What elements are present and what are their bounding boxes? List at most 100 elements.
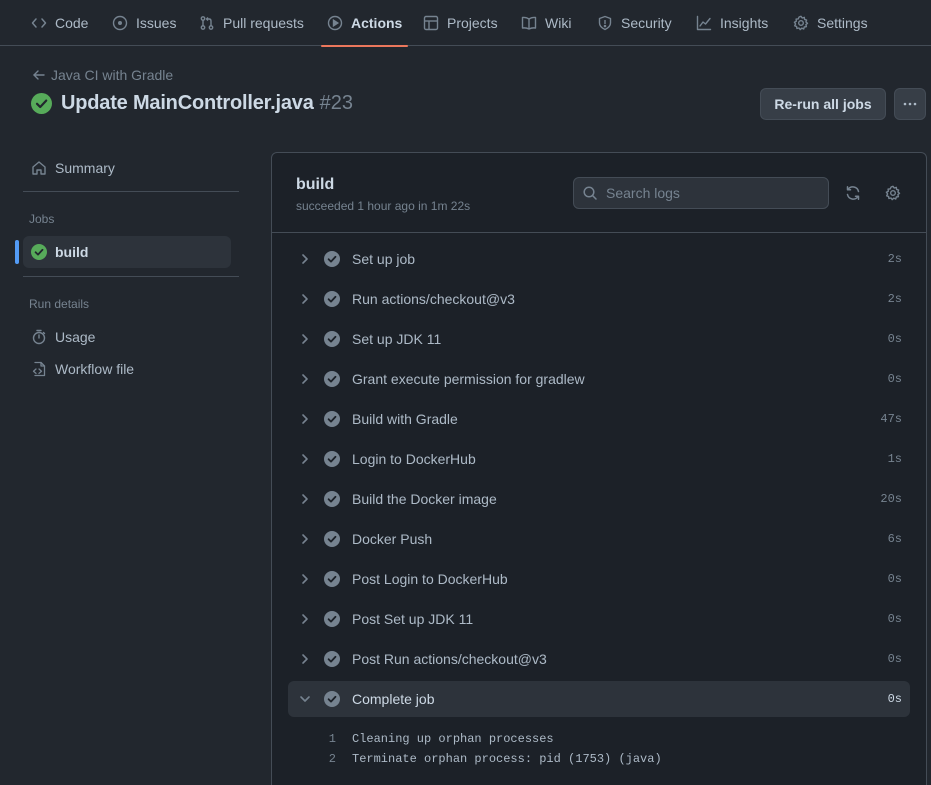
check-circle-icon: [324, 611, 340, 627]
stopwatch-icon: [32, 329, 46, 345]
chevron-right-icon: [302, 294, 308, 304]
rerun-all-jobs-button[interactable]: Re-run all jobs: [760, 88, 886, 120]
step-duration: 0s: [887, 372, 902, 386]
sidebar-item-label: Workflow file: [55, 361, 135, 377]
sidebar-item-usage[interactable]: Usage: [23, 321, 231, 353]
step-row[interactable]: Complete job 0s: [288, 681, 910, 717]
step-row[interactable]: Post Set up JDK 11 0s: [288, 601, 910, 637]
book-icon: [521, 16, 537, 30]
step-row[interactable]: Build the Docker image 20s: [288, 481, 910, 517]
tab-code[interactable]: Code: [31, 0, 88, 46]
sidebar-divider: [23, 276, 239, 277]
check-circle-icon: [324, 371, 340, 387]
check-circle-icon: [324, 571, 340, 587]
step-name: Run actions/checkout@v3: [352, 291, 515, 307]
tab-actions[interactable]: Actions: [320, 0, 409, 47]
home-icon: [32, 161, 46, 175]
step-name: Build with Gradle: [352, 411, 458, 427]
tab-issues[interactable]: Issues: [112, 0, 176, 46]
pull-request-icon: [200, 16, 214, 30]
tab-label: Projects: [447, 15, 498, 31]
step-row[interactable]: Grant execute permission for gradlew 0s: [288, 361, 910, 397]
tab-label: Insights: [720, 15, 769, 31]
more-options-button[interactable]: [894, 88, 926, 120]
step-name: Grant execute permission for gradlew: [352, 371, 585, 387]
tab-label: Pull requests: [223, 15, 304, 31]
step-row[interactable]: Build with Gradle 47s: [288, 401, 910, 437]
step-row[interactable]: Run actions/checkout@v3 2s: [288, 281, 910, 317]
tab-label: Issues: [136, 15, 177, 31]
log-line-text: Cleaning up orphan processes: [352, 732, 554, 746]
step-name: Post Run actions/checkout@v3: [352, 651, 547, 667]
tab-pull-requests[interactable]: Pull requests: [199, 0, 304, 46]
step-row[interactable]: Set up JDK 11 0s: [288, 321, 910, 357]
chevron-right-icon: [302, 254, 308, 264]
step-row[interactable]: Post Run actions/checkout@v3 0s: [288, 641, 910, 677]
code-icon: [31, 18, 47, 28]
step-name: Set up JDK 11: [352, 331, 442, 347]
step-duration: 2s: [887, 292, 902, 306]
step-row[interactable]: Login to DockerHub 1s: [288, 441, 910, 477]
log-line: 2 Terminate orphan process: pid (1753) (j…: [312, 752, 662, 766]
play-icon: [327, 15, 343, 31]
run-number: #23: [319, 92, 354, 114]
chevron-down-icon: [300, 696, 310, 702]
tab-insights[interactable]: Insights: [696, 0, 768, 46]
step-name: Build the Docker image: [352, 491, 497, 507]
step-duration: 0s: [887, 692, 902, 706]
selection-indicator: [15, 240, 19, 264]
tab-projects[interactable]: Projects: [423, 0, 498, 46]
tab-security[interactable]: Security: [597, 0, 672, 46]
step-name: Complete job: [352, 691, 435, 707]
search-logs-input[interactable]: [606, 185, 816, 201]
step-duration: 0s: [887, 332, 902, 346]
log-line-text: Terminate orphan process: pid (1753) (ja…: [352, 752, 662, 766]
graph-icon: [696, 15, 712, 31]
search-logs: [573, 177, 829, 209]
sidebar-item-workflow-file[interactable]: Workflow file: [23, 353, 231, 385]
step-duration: 47s: [880, 412, 902, 426]
step-duration: 0s: [887, 612, 902, 626]
gear-icon[interactable]: [885, 185, 901, 201]
check-circle-icon: [324, 491, 340, 507]
step-row[interactable]: Set up job 2s: [288, 241, 910, 277]
back-link[interactable]: Java CI with Gradle: [32, 67, 173, 83]
sidebar-item-summary[interactable]: Summary: [23, 152, 231, 184]
check-circle-icon: [324, 651, 340, 667]
step-row[interactable]: Docker Push 6s: [288, 521, 910, 557]
check-circle-icon: [324, 251, 340, 267]
step-duration: 0s: [887, 572, 902, 586]
kebab-horizontal-icon: [903, 102, 917, 106]
job-name: build: [296, 176, 335, 193]
page-title-row: Update MainController.java #23: [31, 92, 353, 115]
log-line-number: 2: [328, 752, 336, 766]
chevron-right-icon: [302, 654, 308, 664]
refresh-icon[interactable]: [845, 185, 861, 201]
job-log-panel: build succeeded 1 hour ago in 1m 22s Set…: [271, 152, 927, 785]
page-title: Update MainController.java: [61, 92, 314, 114]
chevron-right-icon: [302, 574, 308, 584]
step-duration: 0s: [887, 652, 902, 666]
check-circle-icon: [324, 291, 340, 307]
shield-icon: [598, 15, 612, 31]
file-code-icon: [32, 361, 46, 377]
chevron-right-icon: [302, 454, 308, 464]
tab-label: Settings: [817, 15, 868, 31]
tab-wiki[interactable]: Wiki: [521, 0, 571, 46]
issue-icon: [112, 15, 128, 31]
chevron-right-icon: [302, 414, 308, 424]
sidebar-item-label: Summary: [55, 160, 115, 176]
step-row[interactable]: Post Login to DockerHub 0s: [288, 561, 910, 597]
step-duration: 6s: [887, 532, 902, 546]
tab-label: Code: [55, 15, 89, 31]
job-status: succeeded 1 hour ago in 1m 22s: [296, 199, 471, 213]
tab-settings[interactable]: Settings: [793, 0, 868, 46]
back-link-label: Java CI with Gradle: [51, 67, 174, 83]
step-name: Docker Push: [352, 531, 433, 547]
sidebar-divider: [23, 191, 239, 192]
check-circle-icon: [324, 411, 340, 427]
sidebar-item-build[interactable]: build: [23, 236, 231, 268]
step-duration: 20s: [880, 492, 902, 506]
log-line: 1 Cleaning up orphan processes: [312, 732, 554, 746]
check-circle-icon: [31, 244, 47, 260]
